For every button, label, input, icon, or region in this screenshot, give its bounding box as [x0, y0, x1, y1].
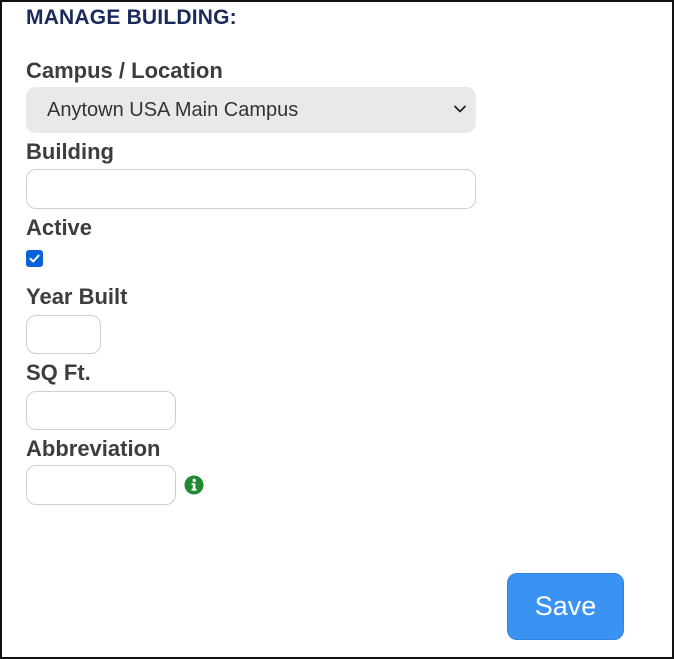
- abbreviation-label: Abbreviation: [26, 436, 161, 461]
- save-button-label: Save: [534, 591, 597, 621]
- campus-location-select[interactable]: Anytown USA Main Campus: [26, 87, 476, 133]
- building-label: Building: [26, 139, 114, 164]
- sqft-label: SQ Ft.: [26, 360, 91, 385]
- active-label: Active: [26, 215, 93, 240]
- chevron-down-icon: [454, 105, 466, 113]
- campus-location-selected-value: Anytown USA Main Campus: [47, 98, 299, 121]
- page-title: MANAGE BUILDING:: [26, 6, 237, 29]
- save-button[interactable]: Save: [507, 573, 624, 640]
- info-circle-icon[interactable]: [184, 475, 204, 495]
- building-input[interactable]: [26, 169, 476, 209]
- year-built-label: Year Built: [26, 284, 128, 309]
- year-built-input[interactable]: [26, 315, 101, 354]
- campus-location-label: Campus / Location: [26, 58, 223, 83]
- manage-building-panel: MANAGE BUILDING: Campus / Location Anyto…: [0, 0, 674, 659]
- checkmark-icon: [29, 254, 40, 263]
- sqft-input[interactable]: [26, 391, 176, 430]
- abbreviation-input[interactable]: [26, 465, 176, 505]
- active-checkbox[interactable]: [26, 250, 43, 267]
